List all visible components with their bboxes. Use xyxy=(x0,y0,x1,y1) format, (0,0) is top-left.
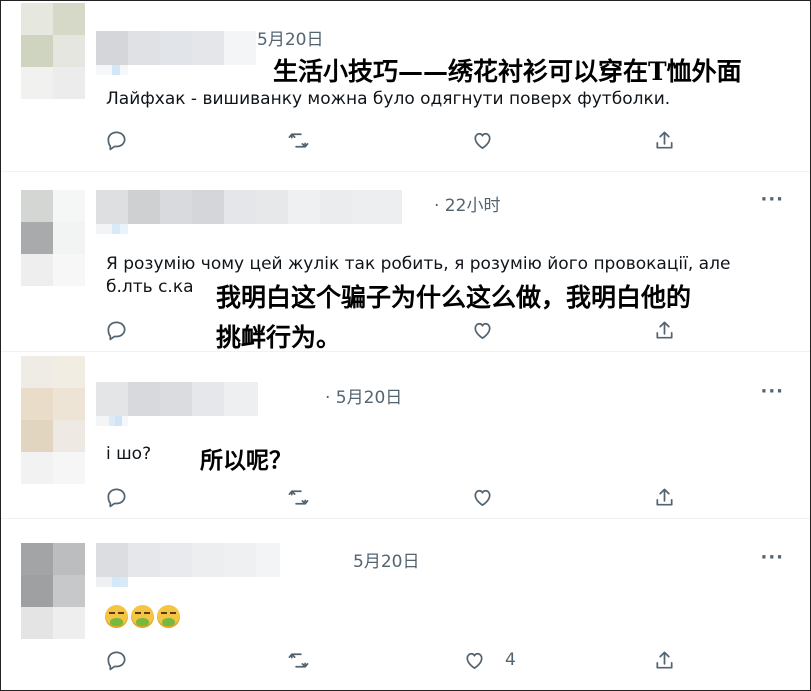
nauseated-face-icon xyxy=(105,605,128,628)
share-icon xyxy=(656,650,673,669)
more-icon[interactable]: ··· xyxy=(760,189,784,210)
tweet-text: Лайфхак - вишиванку можна було одягнути … xyxy=(106,89,671,109)
translation-caption: 所以呢？ xyxy=(200,447,292,474)
tweet-timestamp[interactable]: · 5月20日 xyxy=(325,383,402,408)
avatar[interactable] xyxy=(21,190,85,286)
tweet-actions xyxy=(105,317,685,347)
like-icon xyxy=(474,322,491,339)
reply-button[interactable] xyxy=(105,484,131,510)
share-button[interactable] xyxy=(653,484,679,510)
emoji-row xyxy=(105,605,180,628)
like-button[interactable] xyxy=(471,317,497,343)
blurred-username[interactable] xyxy=(96,382,258,426)
avatar[interactable] xyxy=(21,543,85,639)
tweet-text: б.лть с.ка xyxy=(106,277,194,297)
tweet-text: і шо? xyxy=(106,444,152,464)
avatar[interactable] xyxy=(21,3,85,99)
like-button[interactable] xyxy=(471,127,497,153)
like-icon xyxy=(466,652,483,669)
retweet-icon xyxy=(288,489,309,505)
tweet-feed: 5月20日 生活小技巧——绣花衬衫可以穿在T恤外面 Лайфхак - виши… xyxy=(0,0,811,691)
nauseated-face-icon xyxy=(157,605,180,628)
translation-caption: 我明白这个骗子为什么这么做，我明白他的 xyxy=(216,283,692,312)
blurred-username[interactable] xyxy=(96,31,256,75)
reply-button[interactable] xyxy=(105,317,131,343)
like-button[interactable] xyxy=(471,484,497,510)
translation-caption: 生活小技巧——绣花衬衫可以穿在T恤外面 xyxy=(273,57,742,86)
tweet-timestamp[interactable]: 5月20日 xyxy=(257,25,323,50)
nauseated-face-icon xyxy=(131,605,154,628)
like-button[interactable] xyxy=(463,647,489,673)
like-icon xyxy=(474,132,491,149)
retweet-button[interactable] xyxy=(287,484,313,510)
blurred-username[interactable] xyxy=(96,190,402,234)
tweet-text: Я розумію чому цей жулік так робить, я р… xyxy=(106,254,731,274)
share-button[interactable] xyxy=(653,317,679,343)
reply-button[interactable] xyxy=(105,127,131,153)
retweet-icon xyxy=(288,652,309,668)
blurred-username[interactable] xyxy=(96,543,280,587)
retweet-icon xyxy=(288,132,309,148)
like-icon xyxy=(474,489,491,506)
tweet-timestamp[interactable]: 5月20日 xyxy=(353,547,419,572)
share-button[interactable] xyxy=(653,647,679,673)
share-icon xyxy=(656,130,673,149)
retweet-button[interactable] xyxy=(287,647,313,673)
more-icon[interactable]: ··· xyxy=(760,381,784,402)
avatar[interactable] xyxy=(21,356,85,484)
share-button[interactable] xyxy=(653,127,679,153)
tweet[interactable]: 5月20日 生活小技巧——绣花衬衫可以穿在T恤外面 Лайфхак - виши… xyxy=(1,1,810,171)
tweet[interactable]: · 5月20日 ··· і шо? 所以呢？ xyxy=(1,352,810,518)
retweet-button[interactable] xyxy=(287,127,313,153)
share-icon xyxy=(656,320,673,339)
reply-icon xyxy=(107,650,126,670)
tweet-actions: 4 xyxy=(105,647,685,677)
like-count: 4 xyxy=(505,650,516,670)
more-icon[interactable]: ··· xyxy=(760,547,784,568)
reply-button[interactable] xyxy=(105,647,131,673)
tweet[interactable]: · 22小时 ··· Я розумію чому цей жулік так … xyxy=(1,172,810,352)
reply-icon xyxy=(107,320,126,340)
reply-icon xyxy=(107,487,126,507)
share-icon xyxy=(656,487,673,506)
tweet-actions xyxy=(105,127,685,157)
reply-icon xyxy=(107,130,126,150)
tweet[interactable]: 5月20日 ··· 4 xyxy=(1,519,810,690)
tweet-actions xyxy=(105,484,685,514)
tweet-timestamp[interactable]: · 22小时 xyxy=(434,191,500,216)
